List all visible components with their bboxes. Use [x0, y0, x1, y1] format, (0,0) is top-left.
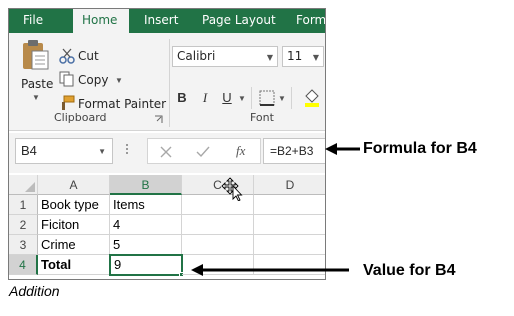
formula-bar-grip[interactable] [125, 142, 129, 160]
clipboard-group-label: Clipboard [54, 111, 107, 124]
ribbon: Paste ▼ Cut Copy ▼ Format Painter Clipbo… [9, 33, 325, 131]
column-header-d[interactable]: D [254, 175, 325, 195]
select-all-icon [25, 182, 35, 192]
figure-caption: Addition [9, 283, 60, 299]
formula-annotation: Formula for B4 [363, 140, 477, 157]
cell-c3[interactable] [182, 235, 254, 255]
tab-insert[interactable]: Insert [144, 9, 178, 33]
dialog-launcher-icon[interactable] [154, 115, 163, 124]
bold-button[interactable]: B [174, 89, 190, 107]
cut-button[interactable]: Cut [78, 49, 99, 63]
font-size-select[interactable]: 11 ▼ [282, 46, 324, 67]
chevron-down-icon[interactable]: ▼ [238, 94, 246, 103]
name-box-value: B4 [21, 143, 37, 158]
chevron-down-icon[interactable]: ▼ [278, 94, 286, 103]
name-box[interactable]: B4 ▼ [15, 138, 113, 164]
chevron-down-icon: ▼ [266, 53, 273, 62]
paste-label: Paste [21, 77, 54, 91]
paste-icon [23, 40, 49, 70]
formula-arrow-icon [325, 143, 360, 155]
column-header-a[interactable]: A [38, 175, 110, 195]
cell-b4-active[interactable]: 9 [109, 254, 183, 276]
cell-a4[interactable]: Total [38, 255, 110, 275]
fill-color-icon[interactable] [303, 87, 321, 107]
cell-a1[interactable]: Book type [38, 195, 110, 215]
cell-c2[interactable] [182, 215, 254, 235]
copy-button[interactable]: Copy [78, 73, 108, 87]
font-group-label: Font [250, 111, 274, 124]
excel-window: File Home Insert Page Layout Formu Paste… [8, 8, 326, 280]
cancel-icon[interactable] [160, 146, 172, 158]
chevron-down-icon: ▼ [98, 147, 106, 156]
cell-a2[interactable]: Ficiton [38, 215, 110, 235]
underline-button[interactable]: U [219, 89, 235, 107]
tab-page-layout[interactable]: Page Layout [202, 9, 276, 33]
cell-d3[interactable] [254, 235, 325, 255]
value-arrow-icon [191, 264, 349, 276]
tab-formulas[interactable]: Formu [296, 9, 325, 33]
value-annotation: Value for B4 [363, 262, 456, 279]
column-header-c[interactable]: C [182, 175, 254, 195]
cell-d1[interactable] [254, 195, 325, 215]
row-header[interactable]: 4 [9, 255, 38, 275]
tab-file[interactable]: File [23, 9, 43, 33]
divider [251, 87, 252, 109]
italic-button[interactable]: I [197, 89, 213, 107]
format-painter-button[interactable]: Format Painter [78, 97, 166, 111]
cell-b2[interactable]: 4 [110, 215, 182, 235]
font-family-value: Calibri [177, 49, 216, 63]
row-header[interactable]: 1 [9, 195, 38, 215]
paste-button[interactable]: Paste ▼ [15, 39, 55, 105]
formula-buttons: fx [147, 138, 261, 164]
chevron-down-icon[interactable]: ▼ [115, 76, 123, 85]
group-divider [169, 39, 170, 127]
row-header[interactable]: 3 [9, 235, 38, 255]
cell-b1[interactable]: Items [110, 195, 182, 215]
select-all-corner[interactable] [9, 175, 38, 195]
borders-icon[interactable] [259, 90, 275, 106]
chevron-down-icon: ▼ [32, 93, 40, 102]
cell-d2[interactable] [254, 215, 325, 235]
column-header-b[interactable]: B [110, 175, 182, 195]
tab-home[interactable]: Home [73, 9, 129, 34]
font-size-value: 11 [287, 49, 303, 63]
cell-c1[interactable] [182, 195, 254, 215]
format-painter-icon [62, 95, 75, 110]
row-header[interactable]: 2 [9, 215, 38, 235]
divider [291, 87, 292, 109]
enter-check-icon[interactable] [196, 146, 210, 158]
formula-input[interactable]: =B2+B3 [263, 138, 325, 164]
copy-icon [59, 71, 74, 87]
scissors-icon [59, 48, 75, 64]
cell-b3[interactable]: 5 [110, 235, 182, 255]
cell-a3[interactable]: Crime [38, 235, 110, 255]
chevron-down-icon: ▼ [312, 53, 319, 62]
insert-function-button[interactable]: fx [236, 143, 245, 159]
formula-bar: B4 ▼ fx =B2+B3 [9, 133, 325, 173]
move-cursor-icon [221, 177, 243, 201]
font-family-select[interactable]: Calibri ▼ [172, 46, 278, 67]
ribbon-tabs: File Home Insert Page Layout Formu [9, 9, 325, 34]
